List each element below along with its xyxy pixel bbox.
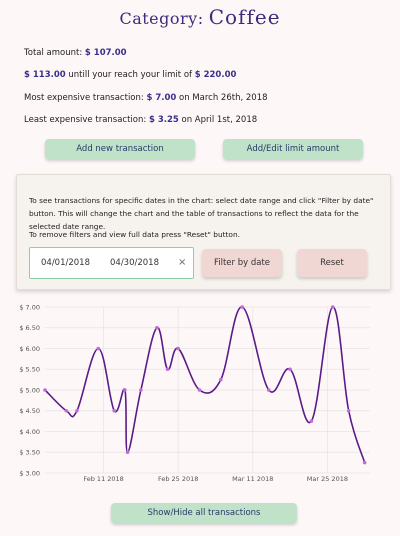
x-axis-labels: Feb 11 2018 Feb 25 2018 Mar 11 2018 Mar 25 … bbox=[83, 475, 348, 483]
data-point[interactable] bbox=[123, 388, 127, 392]
data-point[interactable] bbox=[165, 367, 170, 372]
most-expensive-date: on March 26th, 2018 bbox=[179, 93, 268, 103]
y-tick-label: $ 5.50 bbox=[19, 366, 40, 374]
data-point[interactable] bbox=[112, 408, 117, 413]
data-point[interactable] bbox=[125, 450, 130, 455]
category-name: Coffee bbox=[208, 5, 281, 29]
y-tick-label: $ 4.50 bbox=[19, 407, 40, 415]
data-point[interactable] bbox=[309, 419, 314, 423]
least-expensive-line: Least expensive transaction: $ 3.25 on A… bbox=[24, 115, 257, 125]
data-point[interactable] bbox=[197, 388, 202, 392]
data-point[interactable] bbox=[288, 367, 292, 372]
reset-button[interactable]: Reset bbox=[297, 249, 367, 277]
date-range-picker[interactable]: 04/01/2018 04/30/2018 × bbox=[29, 247, 194, 279]
total-value: $ 107.00 bbox=[84, 48, 127, 58]
least-expensive-label: Least expensive transaction: bbox=[24, 115, 147, 125]
end-date-input[interactable]: 04/30/2018 bbox=[110, 258, 159, 268]
series-line bbox=[44, 306, 366, 463]
y-tick-label: $ 6.50 bbox=[19, 324, 40, 332]
transactions-line-chart: $ 3.00 $ 3.50 $ 4.00 $ 4.50 $ 5.00 $ 5.50 $ 6.… bbox=[19, 303, 370, 483]
data-point[interactable] bbox=[139, 388, 143, 392]
category-label: Category: bbox=[119, 9, 204, 28]
most-expensive-value: $ 7.00 bbox=[146, 93, 177, 103]
start-date-input[interactable]: 04/01/2018 bbox=[41, 258, 90, 268]
data-point[interactable] bbox=[346, 408, 351, 413]
x-tick-label: Feb 25 2018 bbox=[158, 475, 198, 483]
total-amount-line: Total amount: $ 107.00 bbox=[24, 48, 127, 58]
page-title: Category: Coffee bbox=[0, 5, 400, 29]
data-point[interactable] bbox=[330, 305, 335, 309]
toggle-transactions-button[interactable]: Show/Hide all transactions bbox=[111, 503, 297, 523]
y-tick-label: $ 5.00 bbox=[19, 386, 40, 394]
remaining-line: $ 113.00 untill your reach your limit of… bbox=[24, 70, 236, 80]
date-filter-panel: To see transactions for specific dates i… bbox=[16, 174, 391, 290]
data-point[interactable] bbox=[266, 388, 271, 392]
limit-value: $ 220.00 bbox=[194, 70, 237, 80]
y-tick-label: $ 4.00 bbox=[19, 428, 40, 436]
data-point[interactable] bbox=[64, 408, 69, 413]
data-point[interactable] bbox=[219, 377, 223, 382]
least-expensive-value: $ 3.25 bbox=[148, 115, 179, 125]
reset-help-text: To remove filters and view full data pre… bbox=[29, 230, 240, 239]
data-point[interactable] bbox=[43, 388, 47, 392]
most-expensive-line: Most expensive transaction: $ 7.00 on Ma… bbox=[24, 93, 268, 103]
data-point[interactable] bbox=[362, 460, 367, 465]
remaining-value: $ 113.00 bbox=[24, 70, 66, 80]
y-tick-label: $ 3.00 bbox=[19, 469, 40, 477]
total-label: Total amount: bbox=[24, 48, 83, 58]
x-tick-label: Mar 25 2018 bbox=[307, 475, 348, 483]
data-points bbox=[43, 305, 367, 465]
most-expensive-label: Most expensive transaction: bbox=[24, 93, 144, 103]
x-tick-label: Mar 11 2018 bbox=[232, 475, 273, 483]
least-expensive-date: on April 1st, 2018 bbox=[181, 115, 258, 125]
data-point[interactable] bbox=[155, 325, 159, 330]
x-tick-label: Feb 11 2018 bbox=[83, 475, 123, 483]
clear-dates-icon[interactable]: × bbox=[178, 257, 186, 268]
filter-by-date-button[interactable]: Filter by date bbox=[202, 249, 282, 277]
y-tick-label: $ 7.00 bbox=[19, 303, 40, 311]
y-axis-labels: $ 3.00 $ 3.50 $ 4.00 $ 4.50 $ 5.00 $ 5.50 $ 6.… bbox=[19, 303, 40, 477]
remaining-text: untill your reach your limit of bbox=[68, 70, 193, 80]
edit-limit-button[interactable]: Add/Edit limit amount bbox=[223, 139, 363, 159]
add-transaction-button[interactable]: Add new transaction bbox=[45, 139, 195, 159]
data-point[interactable] bbox=[75, 408, 79, 413]
data-point[interactable] bbox=[240, 305, 244, 309]
y-tick-label: $ 6.00 bbox=[19, 345, 40, 353]
data-point[interactable] bbox=[96, 346, 101, 351]
y-tick-label: $ 3.50 bbox=[19, 449, 40, 457]
chart-grid bbox=[45, 306, 370, 474]
data-point[interactable] bbox=[176, 346, 180, 351]
